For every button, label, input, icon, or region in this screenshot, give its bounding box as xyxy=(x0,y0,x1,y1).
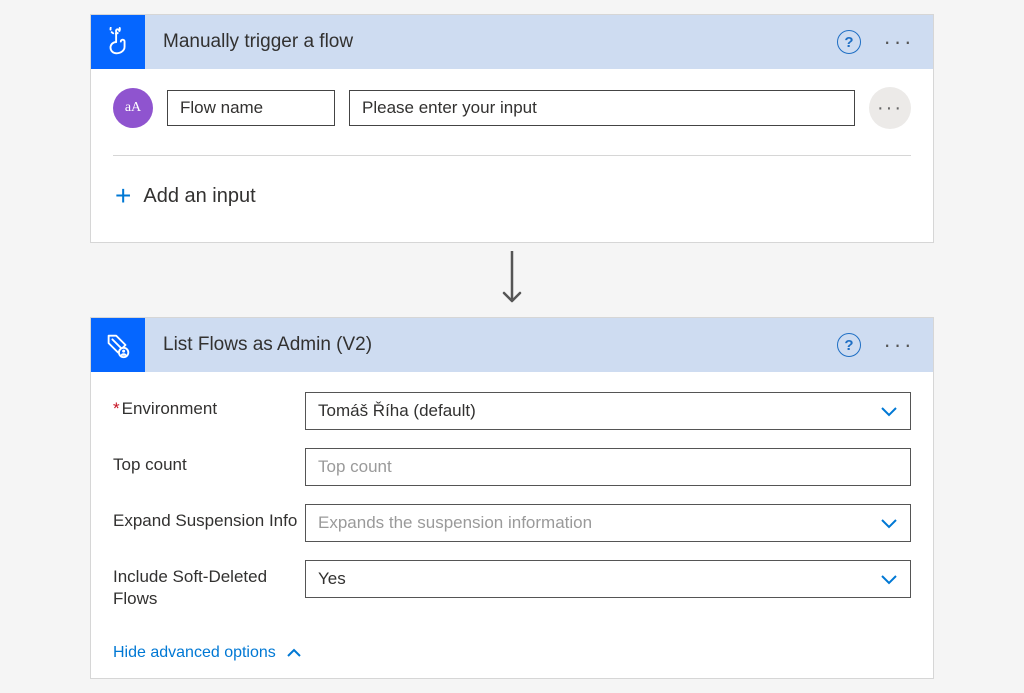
includesoft-row: Include Soft-Deleted Flows Yes xyxy=(113,560,911,610)
input-value-field[interactable]: Please enter your input xyxy=(349,90,855,126)
help-icon[interactable]: ? xyxy=(837,333,861,357)
input-row-more-icon[interactable]: ··· xyxy=(869,87,911,129)
trigger-input-row: aA Flow name Please enter your input ··· xyxy=(113,87,911,156)
expand-label: Expand Suspension Info xyxy=(113,504,305,532)
trigger-header[interactable]: Manually trigger a flow ? ··· xyxy=(91,15,933,69)
trigger-card: Manually trigger a flow ? ··· aA Flow na… xyxy=(90,14,934,243)
more-icon[interactable]: ··· xyxy=(879,329,919,361)
add-input-button[interactable]: + Add an input xyxy=(113,156,911,220)
action-icon xyxy=(91,318,145,372)
text-type-icon: aA xyxy=(113,88,153,128)
trigger-title: Manually trigger a flow xyxy=(145,31,837,53)
expand-placeholder: Expands the suspension information xyxy=(318,513,592,533)
chevron-up-icon xyxy=(286,648,302,658)
chevron-down-icon xyxy=(880,573,898,585)
expand-select[interactable]: Expands the suspension information xyxy=(305,504,911,542)
topcount-label: Top count xyxy=(113,448,305,476)
topcount-row: Top count Top count xyxy=(113,448,911,486)
plus-icon: + xyxy=(115,182,131,210)
includesoft-select[interactable]: Yes xyxy=(305,560,911,598)
environment-label: *Environment xyxy=(113,392,305,420)
topcount-placeholder: Top count xyxy=(318,457,392,477)
action-title: List Flows as Admin (V2) xyxy=(145,334,837,356)
includesoft-label: Include Soft-Deleted Flows xyxy=(113,560,305,610)
flow-connector-arrow-icon xyxy=(0,249,1024,307)
topcount-input[interactable]: Top count xyxy=(305,448,911,486)
input-placeholder: Please enter your input xyxy=(362,98,537,118)
environment-row: *Environment Tomáš Říha (default) xyxy=(113,392,911,430)
action-card: List Flows as Admin (V2) ? ··· *Environm… xyxy=(90,317,934,679)
help-icon[interactable]: ? xyxy=(837,30,861,54)
environment-select[interactable]: Tomáš Říha (default) xyxy=(305,392,911,430)
chevron-down-icon xyxy=(880,405,898,417)
action-header[interactable]: List Flows as Admin (V2) ? ··· xyxy=(91,318,933,372)
includesoft-value: Yes xyxy=(318,569,346,589)
more-icon[interactable]: ··· xyxy=(879,26,919,58)
chevron-down-icon xyxy=(880,517,898,529)
environment-value: Tomáš Říha (default) xyxy=(318,401,476,421)
trigger-icon xyxy=(91,15,145,69)
input-name-field[interactable]: Flow name xyxy=(167,90,335,126)
expand-row: Expand Suspension Info Expands the suspe… xyxy=(113,504,911,542)
hide-advanced-button[interactable]: Hide advanced options xyxy=(91,636,933,678)
hide-advanced-label: Hide advanced options xyxy=(113,644,276,662)
add-input-label: Add an input xyxy=(143,185,255,208)
input-name-value: Flow name xyxy=(180,98,263,118)
